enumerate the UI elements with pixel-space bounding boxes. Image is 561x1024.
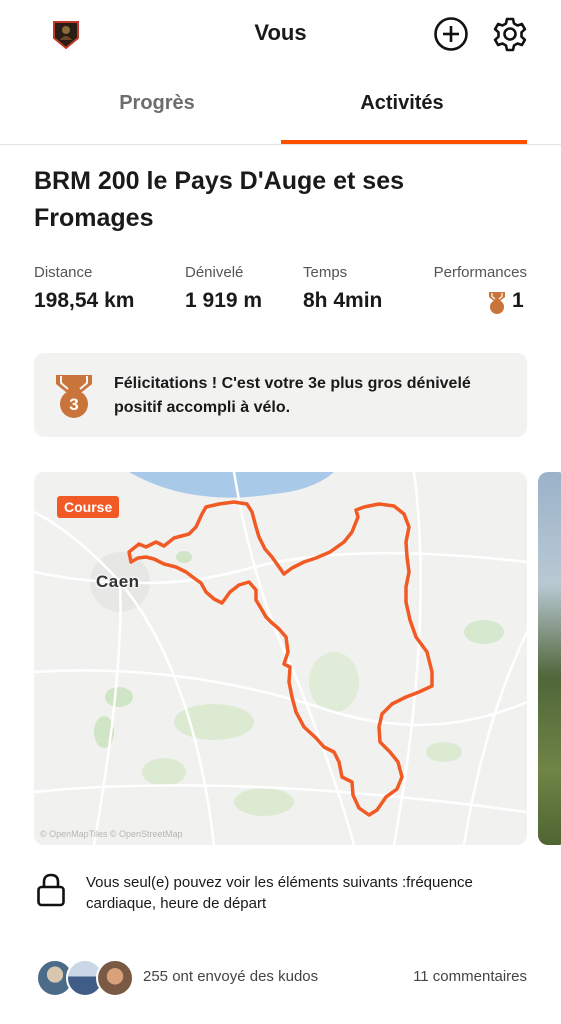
lock-icon	[36, 872, 66, 908]
medal-icon	[486, 291, 508, 315]
stat-performances-value: 1	[512, 289, 524, 312]
route-map[interactable]: Course Caen © OpenMapTiles © OpenStreetM…	[34, 472, 527, 845]
stat-performances-label: Performances	[433, 264, 527, 281]
activity-title[interactable]: BRM 200 le Pays D'Auge et ses Fromages	[34, 163, 454, 237]
bronze-medal-icon: 3	[52, 372, 96, 420]
tab-bar: Progrès Activités	[0, 72, 561, 145]
kudos-avatars[interactable]	[36, 959, 134, 997]
stat-time-value: 8h 4min	[303, 289, 383, 312]
avatar	[96, 959, 134, 997]
stat-time-label: Temps	[303, 264, 348, 281]
gear-icon[interactable]	[491, 15, 529, 53]
medal-rank: 3	[69, 395, 78, 414]
achievement-text: Félicitations ! C'est votre 3e plus gros…	[114, 375, 471, 416]
stat-elevation-value: 1 919 m	[185, 289, 263, 312]
map-canvas	[34, 472, 527, 845]
kudos-count[interactable]: 255 ont envoyé des kudos	[143, 968, 318, 985]
map-city-label: Caen	[96, 572, 140, 591]
stat-elevation-label: Dénivelé	[185, 264, 244, 281]
plus-circle-icon[interactable]	[433, 16, 469, 52]
top-bar: Vous	[0, 0, 561, 70]
stat-distance-value: 198,54 km	[34, 289, 135, 312]
page-title: Vous	[254, 20, 307, 45]
comments-count[interactable]: 11 commentaires	[380, 968, 527, 985]
stat-distance-label: Distance	[34, 264, 93, 281]
map-attribution[interactable]: © OpenMapTiles © OpenStreetMap	[40, 829, 183, 839]
course-badge: Course	[57, 496, 120, 518]
activity-photo[interactable]	[538, 472, 561, 845]
achievement-card[interactable]: 3 Félicitations ! C'est votre 3e plus gr…	[34, 353, 527, 437]
tab-progress[interactable]: Progrès	[17, 92, 297, 115]
privacy-notice: Vous seul(e) pouvez voir les éléments su…	[86, 874, 473, 912]
tab-activities[interactable]: Activités	[262, 92, 542, 115]
active-tab-indicator	[281, 140, 527, 144]
